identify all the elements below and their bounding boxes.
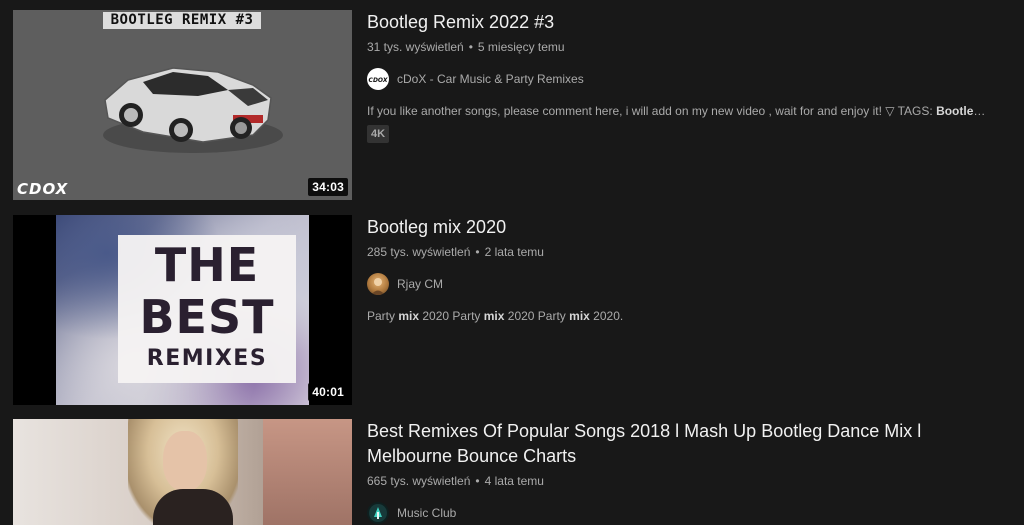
video-stats: 285 tys. wyświetleń • 2 lata temu bbox=[367, 244, 1007, 260]
video-description: If you like another songs, please commen… bbox=[367, 103, 987, 119]
thumbnail-body bbox=[153, 489, 233, 525]
upload-age: 5 miesięcy temu bbox=[477, 40, 565, 54]
video-thumbnail[interactable] bbox=[13, 419, 352, 525]
video-meta: Best Remixes Of Popular Songs 2018 l Mas… bbox=[367, 419, 1007, 525]
channel-row: Music Club bbox=[367, 501, 1007, 525]
user-avatar-icon[interactable] bbox=[367, 273, 389, 295]
description-text: If you like another songs, please commen… bbox=[367, 104, 937, 118]
video-title[interactable]: Bootleg mix 2020 bbox=[367, 215, 1007, 240]
view-count: 665 tys. wyświetleń bbox=[367, 474, 471, 488]
video-stats: 31 tys. wyświetleń • 5 miesięcy temu bbox=[367, 39, 1007, 55]
thumbnail-text-line: THE bbox=[154, 238, 260, 292]
description-text: 2020 Party bbox=[504, 309, 570, 323]
video-duration: 34:03 bbox=[308, 178, 348, 196]
channel-name[interactable]: Music Club bbox=[397, 506, 456, 520]
thumbnail-title-box: THE BEST REMIXES bbox=[118, 235, 296, 383]
description-text: 2020. bbox=[589, 309, 624, 323]
separator-dot: • bbox=[468, 40, 473, 54]
search-results-list: BOOTLEG REMIX #3 CDOX 34:03 Bootleg Remi… bbox=[0, 0, 1024, 525]
description-keyword: mix bbox=[569, 309, 590, 323]
cdox-logo-icon[interactable]: CDOX bbox=[367, 68, 389, 90]
video-duration: 40:01 bbox=[308, 383, 348, 401]
description-keyword: Bootleg Remix bbox=[936, 104, 987, 118]
video-title[interactable]: Best Remixes Of Popular Songs 2018 l Mas… bbox=[367, 419, 1007, 469]
thumbnail-background bbox=[263, 419, 352, 525]
video-stats: 665 tys. wyświetleń • 4 lata temu bbox=[367, 473, 1007, 489]
thumbnail-face bbox=[163, 431, 207, 491]
thumbnail-logo: CDOX bbox=[17, 180, 69, 198]
upload-age: 4 lata temu bbox=[484, 474, 544, 488]
upload-age: 2 lata temu bbox=[484, 245, 544, 259]
video-thumbnail[interactable]: THE BEST REMIXES 40:01 bbox=[13, 215, 352, 405]
view-count: 31 tys. wyświetleń bbox=[367, 40, 464, 54]
description-keyword: mix bbox=[483, 309, 505, 323]
svg-text:CDOX: CDOX bbox=[369, 77, 388, 84]
video-meta: Bootleg Remix 2022 #3 31 tys. wyświetleń… bbox=[367, 10, 1007, 143]
channel-row: CDOX cDoX - Car Music & Party Remixes bbox=[367, 67, 1007, 91]
description-text: Party bbox=[367, 309, 399, 323]
car-illustration bbox=[103, 67, 283, 153]
description-text: 2020 Party bbox=[419, 309, 484, 323]
thumbnail-text-line: REMIXES bbox=[146, 346, 268, 371]
description-keyword: mix bbox=[398, 309, 420, 323]
separator-dot: • bbox=[475, 245, 480, 259]
view-count: 285 tys. wyświetleń bbox=[367, 245, 471, 259]
video-description: Party mix 2020 Party mix 2020 Party mix … bbox=[367, 308, 987, 324]
music-club-icon[interactable] bbox=[367, 502, 389, 524]
quality-badge: 4K bbox=[367, 125, 390, 143]
channel-name[interactable]: Rjay CM bbox=[397, 277, 443, 291]
separator-dot: • bbox=[475, 474, 480, 488]
thumbnail-text-line: BEST bbox=[139, 290, 275, 344]
channel-row: Rjay CM bbox=[367, 272, 1007, 296]
channel-name[interactable]: cDoX - Car Music & Party Remixes bbox=[397, 72, 584, 86]
video-meta: Bootleg mix 2020 285 tys. wyświetleń • 2 l… bbox=[367, 215, 1007, 324]
thumbnail-art: THE BEST REMIXES bbox=[56, 215, 309, 405]
video-title[interactable]: Bootleg Remix 2022 #3 bbox=[367, 10, 1007, 35]
video-thumbnail[interactable]: BOOTLEG REMIX #3 CDOX 34:03 bbox=[13, 10, 352, 200]
